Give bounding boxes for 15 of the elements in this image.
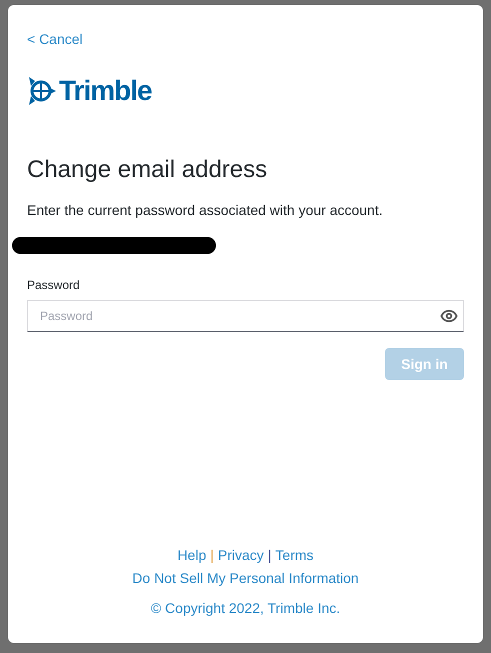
copyright-text: © Copyright 2022, Trimble Inc. [150,599,340,618]
cancel-link[interactable]: < Cancel [27,29,83,50]
footer-link[interactable]: Privacy [218,545,264,566]
page-heading: Change email address [27,155,268,185]
eye-icon[interactable] [440,307,458,325]
privacy-link[interactable]: Do Not Sell My Personal Information [132,568,359,589]
footer-link[interactable]: Terms [275,545,314,566]
logo-icon [27,76,57,106]
logo-wordmark: Trimble [59,77,152,105]
link-separator: | [210,546,214,565]
password-label: Password [27,277,81,294]
password-field[interactable]: Password [27,300,464,332]
footer-link[interactable]: Help [177,545,206,566]
link-separator: | [268,546,272,565]
instructions-text: Enter the current password associated with your account. [27,201,384,220]
